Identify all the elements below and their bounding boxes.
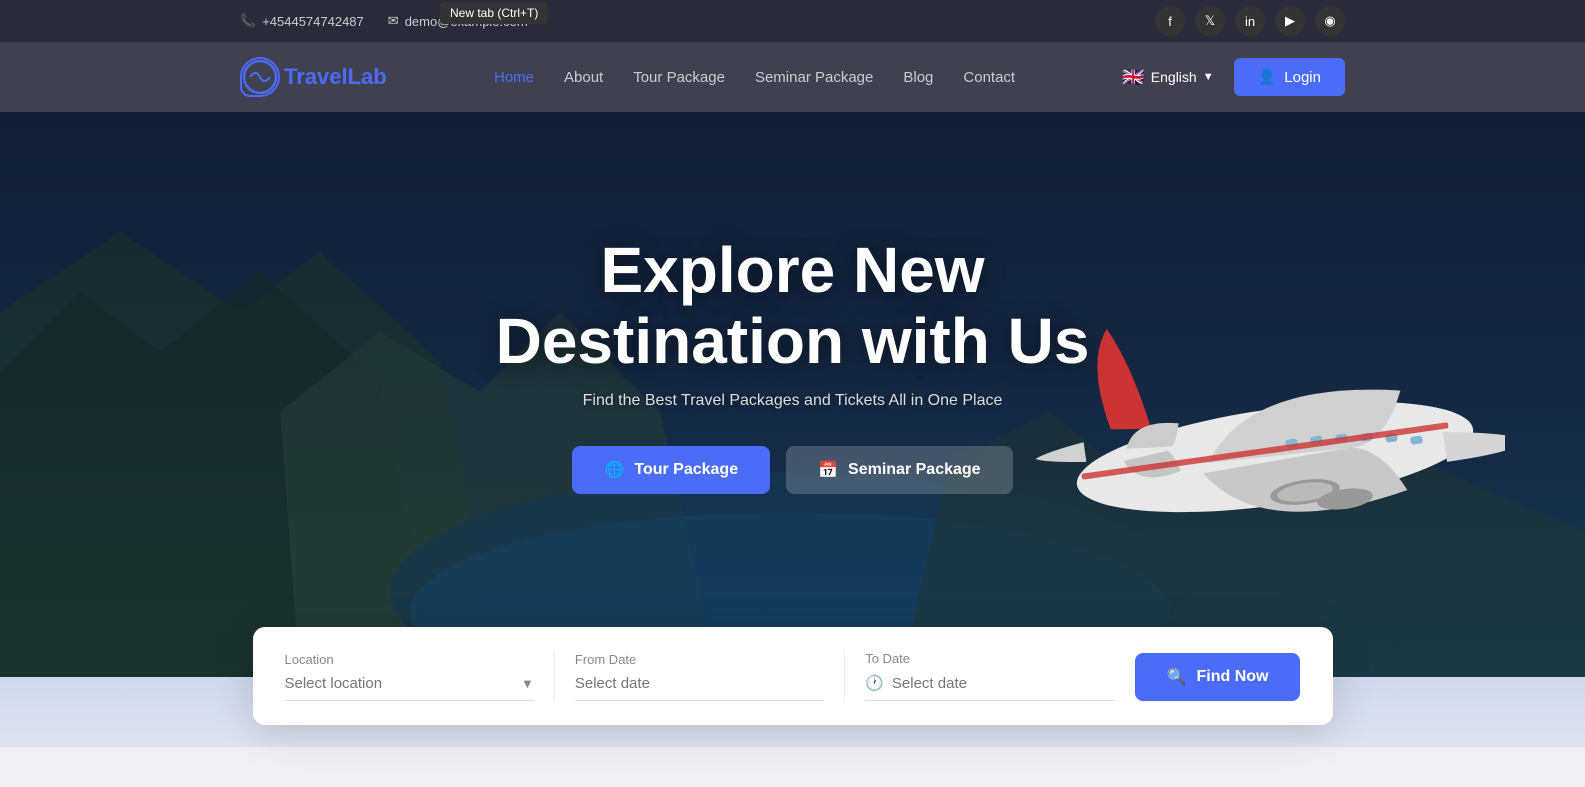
from-date-field: From Date — [575, 652, 824, 701]
search-icon: 🔍 — [1167, 667, 1187, 687]
twitter-icon[interactable]: 𝕏 — [1195, 6, 1225, 36]
flag-icon: 🇬🇧 — [1122, 67, 1144, 88]
location-input[interactable] — [285, 675, 513, 692]
navbar: TravelLab Home About Tour Package Semina… — [0, 42, 1585, 112]
hero-section: Explore New Destination with Us Find the… — [0, 112, 1585, 677]
seminar-package-button[interactable]: 📅 Seminar Package — [786, 446, 1012, 494]
from-date-input[interactable] — [575, 675, 824, 692]
instagram-icon[interactable]: ◉ — [1315, 6, 1345, 36]
page-bottom — [0, 747, 1585, 787]
divider-1 — [554, 651, 555, 701]
calendar-icon: 📅 — [818, 460, 838, 480]
logo-icon — [240, 57, 280, 97]
phone-number: +4544574742487 — [262, 14, 364, 29]
location-input-wrap[interactable]: ▼ — [285, 675, 534, 701]
tour-package-button[interactable]: 🌐 Tour Package — [572, 446, 770, 494]
linkedin-icon[interactable]: in — [1235, 6, 1265, 36]
phone-info: 📞 +4544574742487 — [240, 13, 364, 29]
nav-seminar-package[interactable]: Seminar Package — [755, 69, 873, 86]
logo-text: TravelLab — [284, 64, 387, 90]
globe-icon: 🌐 — [604, 460, 624, 480]
from-date-label: From Date — [575, 652, 824, 667]
to-date-field: To Date 🕐 — [865, 651, 1114, 701]
social-links: f 𝕏 in ▶ ◉ — [1155, 6, 1345, 36]
from-date-input-wrap[interactable] — [575, 675, 824, 701]
top-bar: 📞 +4544574742487 ✉ demo@example.com f 𝕏 … — [0, 0, 1585, 42]
nav-contact[interactable]: Contact — [963, 69, 1015, 86]
language-label: English — [1151, 69, 1197, 85]
hero-title: Explore New Destination with Us — [496, 235, 1090, 376]
nav-tour-package[interactable]: Tour Package — [633, 69, 725, 86]
nav-right: 🇬🇧 English ▼ 👤 Login — [1122, 58, 1345, 96]
hero-content: Explore New Destination with Us Find the… — [496, 235, 1090, 494]
nav-links: Home About Tour Package Seminar Package … — [494, 69, 1015, 86]
email-icon: ✉ — [388, 13, 399, 29]
phone-icon: 📞 — [240, 13, 256, 29]
chevron-down-icon: ▼ — [1203, 71, 1214, 83]
location-label: Location — [285, 652, 534, 667]
search-bar: Location ▼ From Date To Date 🕐 🔍 Find No… — [253, 627, 1333, 725]
nav-home[interactable]: Home — [494, 69, 534, 86]
chevron-down-icon: ▼ — [521, 676, 534, 691]
nav-blog[interactable]: Blog — [903, 69, 933, 86]
language-selector[interactable]: 🇬🇧 English ▼ — [1122, 67, 1213, 88]
facebook-icon[interactable]: f — [1155, 6, 1185, 36]
youtube-icon[interactable]: ▶ — [1275, 6, 1305, 36]
hero-subtitle: Find the Best Travel Packages and Ticket… — [496, 392, 1090, 410]
logo[interactable]: TravelLab — [240, 57, 387, 97]
hero-buttons: 🌐 Tour Package 📅 Seminar Package — [496, 446, 1090, 494]
user-icon: 👤 — [1258, 68, 1277, 86]
find-now-button[interactable]: 🔍 Find Now — [1135, 653, 1301, 701]
divider-2 — [844, 651, 845, 701]
login-button[interactable]: 👤 Login — [1234, 58, 1345, 96]
nav-about[interactable]: About — [564, 69, 603, 86]
location-field: Location ▼ — [285, 652, 534, 701]
new-tab-tooltip: New tab (Ctrl+T) — [440, 2, 548, 24]
to-date-label: To Date — [865, 651, 1114, 666]
clock-icon: 🕐 — [865, 674, 884, 692]
to-date-input[interactable] — [892, 675, 1115, 692]
